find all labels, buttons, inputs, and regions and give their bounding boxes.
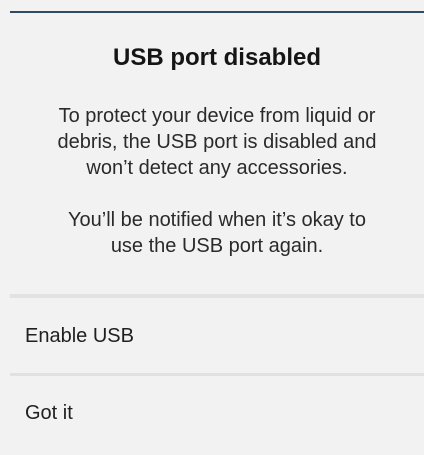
dialog-message-2: You’ll be notified when it’s okay to use… xyxy=(68,209,366,257)
usb-port-disabled-dialog: USB port disabled To protect your device… xyxy=(0,0,424,455)
enable-usb-label: Enable USB xyxy=(25,324,134,347)
dialog-message-1: To protect your device from liquid or de… xyxy=(57,105,377,179)
enable-usb-button[interactable]: Enable USB xyxy=(10,299,424,373)
top-divider xyxy=(10,11,424,13)
got-it-label: Got it xyxy=(25,401,73,424)
dialog-title: USB port disabled xyxy=(112,44,322,71)
actions-divider xyxy=(10,294,424,298)
got-it-button[interactable]: Got it xyxy=(10,376,424,450)
